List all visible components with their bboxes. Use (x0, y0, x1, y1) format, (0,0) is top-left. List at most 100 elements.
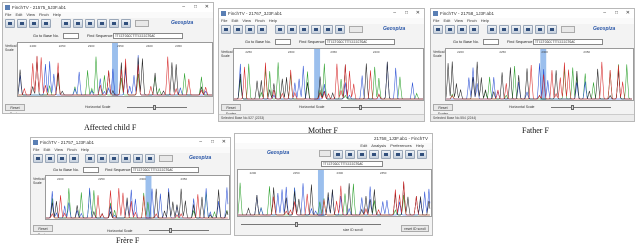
menu-finch[interactable]: Finch (39, 12, 49, 17)
reset-scroll-button[interactable]: reset ID scroll (401, 225, 429, 232)
reset-scales-button[interactable]: Reset Scales (221, 104, 241, 116)
minimize-icon[interactable]: – (182, 3, 185, 12)
menu-view[interactable]: View (54, 147, 63, 152)
menu-edit[interactable]: Edit (15, 12, 22, 17)
preferences-button[interactable] (121, 19, 131, 28)
open-button[interactable] (221, 25, 231, 34)
open-button[interactable] (5, 19, 15, 28)
save-button[interactable] (345, 150, 355, 159)
blast-button[interactable] (97, 19, 107, 28)
zoom-in-button[interactable] (85, 154, 95, 163)
info-button[interactable] (257, 25, 267, 34)
reverse-button[interactable] (405, 150, 415, 159)
reverse-button[interactable] (109, 154, 119, 163)
menu-view[interactable]: View (26, 12, 35, 17)
preferences-button[interactable] (145, 154, 155, 163)
close-icon[interactable]: ✕ (416, 9, 420, 18)
print-button[interactable] (357, 150, 367, 159)
export-button[interactable] (323, 25, 333, 34)
menu-help[interactable]: Help (53, 12, 61, 17)
translate-button[interactable] (561, 26, 575, 33)
info-button[interactable] (469, 25, 479, 34)
reset-scales-button[interactable]: Reset Scales (433, 104, 453, 116)
reset-scales-button[interactable]: Reset Scales (5, 104, 25, 113)
horizontal-scale-slider[interactable] (127, 107, 187, 108)
preferences-button[interactable] (547, 25, 557, 34)
zoom-in-button[interactable] (381, 150, 391, 159)
horizontal-scale-slider[interactable] (551, 107, 611, 108)
maximize-icon[interactable]: □ (405, 9, 408, 18)
goto-base-input[interactable] (63, 33, 79, 39)
menu-finch[interactable]: Finch (67, 147, 77, 152)
find-sequence-input[interactable]: TTCCTCGCCTTTCCCCCTGAC (533, 39, 603, 45)
blast-button[interactable] (121, 154, 131, 163)
menu-finch[interactable]: Finch (255, 18, 265, 23)
save-button[interactable] (445, 25, 455, 34)
print-button[interactable] (457, 25, 467, 34)
save-button[interactable] (233, 25, 243, 34)
minimize-icon[interactable]: – (603, 9, 606, 18)
blast-button[interactable] (417, 150, 427, 159)
find-sequence-input[interactable]: TTCCTCGCCTTTCCCCCTGAC (113, 33, 183, 39)
info-button[interactable] (69, 154, 79, 163)
reverse-button[interactable] (511, 25, 521, 34)
maximize-icon[interactable]: □ (211, 138, 214, 147)
menu-edit[interactable]: Edit (231, 18, 238, 23)
horizontal-scale-knob[interactable] (169, 228, 172, 233)
zoom-out-button[interactable] (499, 25, 509, 34)
save-button[interactable] (45, 154, 55, 163)
reverse-button[interactable] (85, 19, 95, 28)
menu-edit[interactable]: Edit (360, 143, 367, 148)
menu-file[interactable]: File (5, 12, 11, 17)
zoom-out-button[interactable] (287, 25, 297, 34)
horizontal-scroll-knob[interactable] (295, 222, 298, 227)
reverse-button[interactable] (299, 25, 309, 34)
print-button[interactable] (29, 19, 39, 28)
goto-base-input[interactable] (483, 39, 499, 45)
close-icon[interactable]: ✕ (205, 3, 209, 12)
minimize-icon[interactable]: – (393, 9, 396, 18)
horizontal-scale-slider[interactable] (149, 230, 209, 231)
horizontal-scale-knob[interactable] (359, 105, 362, 110)
maximize-icon[interactable]: □ (194, 3, 197, 12)
goto-base-input[interactable] (275, 39, 291, 45)
menu-preferences[interactable]: Preferences (390, 143, 412, 148)
menu-help[interactable]: Help (416, 143, 424, 148)
menu-view[interactable]: View (454, 18, 463, 23)
export-button[interactable] (109, 19, 119, 28)
zoom-out-button[interactable] (97, 154, 107, 163)
find-sequence-input[interactable]: TTCCTCGCCTTTCCCCCTGAC (325, 39, 395, 45)
chromatogram-plot[interactable]: 2200 2250 2300 2350 (445, 48, 634, 101)
zoom-out-button[interactable] (73, 19, 83, 28)
export-button[interactable] (133, 154, 143, 163)
horizontal-scale-knob[interactable] (571, 105, 574, 110)
translate-button[interactable] (159, 155, 173, 162)
goto-base-input[interactable] (83, 167, 99, 173)
close-icon[interactable]: ✕ (626, 9, 630, 18)
menu-file[interactable]: File (221, 18, 227, 23)
reset-scales-button[interactable]: Reset Scales (33, 225, 53, 234)
zoom-in-button[interactable] (61, 19, 71, 28)
menu-edit[interactable]: Edit (443, 18, 450, 23)
print-button[interactable] (57, 154, 67, 163)
horizontal-scroll-track[interactable] (241, 224, 381, 225)
blast-button[interactable] (311, 25, 321, 34)
horizontal-scale-slider[interactable] (341, 107, 401, 108)
menu-help[interactable]: Help (481, 18, 489, 23)
chromatogram-plot[interactable]: 2200 2250 2300 2350 (237, 169, 432, 217)
menu-finch[interactable]: Finch (467, 18, 477, 23)
print-button[interactable] (245, 25, 255, 34)
minimize-icon[interactable]: – (199, 138, 202, 147)
preferences-button[interactable] (335, 25, 345, 34)
find-sequence-input[interactable]: TTCCTCGCCTTTCCCCCTGAC (131, 167, 199, 173)
blast-button[interactable] (523, 25, 533, 34)
menu-help[interactable]: Help (81, 147, 89, 152)
export-button[interactable] (535, 25, 545, 34)
chromatogram-plot[interactable]: 2250 2300 2350 2400 (233, 48, 424, 101)
open-button[interactable] (433, 25, 443, 34)
zoom-in-button[interactable] (487, 25, 497, 34)
find-sequence-input[interactable]: TTCCTCGCCTTTCCCCCTGAC (321, 161, 383, 167)
menu-file[interactable]: File (433, 18, 439, 23)
zoom-out-button[interactable] (393, 150, 403, 159)
chromatogram-plot[interactable]: 2200 2250 2300 2350 (45, 175, 230, 220)
